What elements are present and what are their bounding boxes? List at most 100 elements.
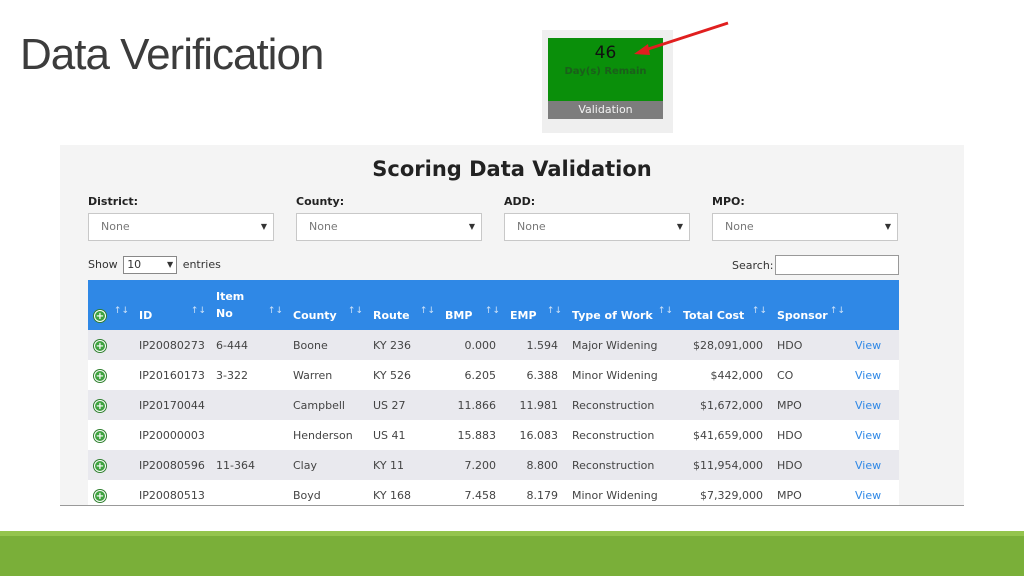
expand-row-icon[interactable]: + (94, 429, 106, 442)
cell-county: Henderson (293, 428, 353, 442)
column-header-id-label: ID (139, 309, 153, 322)
cell-county: Boyd (293, 488, 321, 502)
column-header-bmp[interactable]: BMP ↑↓ (439, 280, 504, 330)
sort-icon[interactable]: ↑↓ (348, 306, 363, 316)
mpo-label: MPO: (712, 195, 745, 208)
cell-item-no (210, 480, 287, 505)
sort-icon[interactable]: ↑↓ (658, 306, 673, 316)
sort-icon[interactable]: ↑↓ (191, 306, 206, 316)
expand-all-icon[interactable]: + (94, 310, 106, 322)
cell-bmp: 6.205 (464, 368, 497, 382)
sort-icon[interactable]: ↑↓ (830, 306, 845, 316)
expand-row-icon[interactable]: + (94, 399, 106, 412)
column-header-total-cost[interactable]: Total Cost ↑↓ (677, 280, 771, 330)
add-select[interactable]: None ▼ (504, 213, 690, 241)
column-header-sponsor-label: Sponsor (777, 309, 828, 322)
column-header-route[interactable]: Route ↑↓ (367, 280, 439, 330)
entries-select[interactable]: 10 ▼ (123, 256, 178, 274)
cell-expand: + (88, 360, 133, 390)
view-link[interactable]: View (855, 399, 881, 412)
cell-action: View (849, 420, 899, 450)
cell-id: IP20170044 (139, 398, 205, 412)
cell-total-cost: $11,954,000 (693, 458, 763, 472)
column-header-bmp-label: BMP (445, 309, 473, 322)
cell-expand: + (88, 330, 133, 360)
view-link[interactable]: View (855, 339, 881, 352)
cell-expand: + (88, 420, 133, 450)
cell-expand: + (88, 480, 133, 505)
cell-sponsor: HDO (777, 338, 803, 352)
validation-button[interactable]: Validation (548, 101, 663, 119)
cell-action: View (849, 360, 899, 390)
cell-route: US 27 (373, 398, 406, 412)
panel-title: Scoring Data Validation (372, 157, 652, 181)
cell-item-no (210, 420, 287, 450)
mpo-select-value: None (725, 220, 754, 233)
footer-band (0, 531, 1024, 576)
column-header-item-no[interactable]: Item No ↑↓ (210, 280, 287, 330)
column-header-id[interactable]: ID ↑↓ (133, 280, 210, 330)
sort-icon[interactable]: ↑↓ (114, 306, 129, 316)
cell-item-no (210, 390, 287, 420)
column-header-action (849, 280, 899, 330)
chevron-down-icon: ▼ (676, 222, 683, 231)
cell-id: IP20080596 (139, 458, 205, 472)
expand-row-icon[interactable]: + (94, 459, 106, 472)
cell-type-of-work: Reconstruction (572, 458, 655, 472)
app-screenshot-panel: Scoring Data Validation District: None ▼… (60, 145, 964, 506)
chevron-down-icon: ▼ (884, 222, 891, 231)
cell-item-no: 3-322 (216, 368, 248, 382)
county-select[interactable]: None ▼ (296, 213, 482, 241)
cell-item-no: 11-364 (216, 458, 255, 472)
mpo-select[interactable]: None ▼ (712, 213, 898, 241)
footer-accent-line (0, 531, 1024, 536)
district-select[interactable]: None ▼ (88, 213, 274, 241)
cell-sponsor: MPO (777, 398, 802, 412)
slide-title: Data Verification (20, 30, 324, 79)
show-label: Show (88, 258, 118, 271)
column-header-item-label: Item (216, 290, 245, 303)
cell-action: View (849, 330, 899, 360)
sort-icon[interactable]: ↑↓ (420, 306, 435, 316)
expand-column-header[interactable]: + ↑↓ (88, 280, 133, 330)
chevron-down-icon: ▼ (167, 260, 174, 269)
cell-route: KY 168 (373, 488, 412, 502)
cell-bmp: 7.458 (464, 488, 497, 502)
cell-emp: 6.388 (526, 368, 559, 382)
sort-icon[interactable]: ↑↓ (547, 306, 562, 316)
column-header-type-label: Type of Work (572, 309, 653, 322)
column-header-sponsor[interactable]: Sponsor ↑↓ (771, 280, 849, 330)
cell-sponsor: MPO (777, 488, 802, 502)
column-header-emp[interactable]: EMP ↑↓ (504, 280, 566, 330)
cell-type-of-work: Reconstruction (572, 398, 655, 412)
column-header-county[interactable]: County ↑↓ (287, 280, 367, 330)
expand-row-icon[interactable]: + (94, 339, 106, 352)
cell-total-cost: $442,000 (710, 368, 764, 382)
cell-type-of-work: Minor Widening (572, 488, 658, 502)
cell-emp: 8.179 (526, 488, 559, 502)
sort-icon[interactable]: ↑↓ (485, 306, 500, 316)
cell-type-of-work: Reconstruction (572, 428, 655, 442)
view-link[interactable]: View (855, 429, 881, 442)
cell-type-of-work: Major Widening (572, 338, 658, 352)
page-length-control: Show 10 ▼ entries (88, 256, 221, 274)
sort-icon[interactable]: ↑↓ (268, 306, 283, 316)
column-header-county-label: County (293, 309, 337, 322)
column-header-type-of-work[interactable]: Type of Work ↑↓ (566, 280, 677, 330)
red-arrow-icon (634, 21, 729, 55)
sort-icon[interactable]: ↑↓ (752, 306, 767, 316)
cell-total-cost: $7,329,000 (700, 488, 763, 502)
view-link[interactable]: View (855, 489, 881, 502)
cell-type-of-work: Minor Widening (572, 368, 658, 382)
expand-row-icon[interactable]: + (94, 369, 106, 382)
view-link[interactable]: View (855, 369, 881, 382)
cell-bmp: 11.866 (457, 398, 497, 412)
add-label: ADD: (504, 195, 536, 208)
cell-county: Warren (293, 368, 333, 382)
table-row: + IP20080273 6-444 Boone KY 236 0.000 1.594 Maj… (88, 330, 899, 360)
cell-id: IP20080273 (139, 338, 205, 352)
view-link[interactable]: View (855, 459, 881, 472)
expand-row-icon[interactable]: + (94, 489, 106, 502)
days-remaining-label: Day(s) Remain (564, 66, 647, 77)
search-input[interactable] (775, 255, 899, 275)
